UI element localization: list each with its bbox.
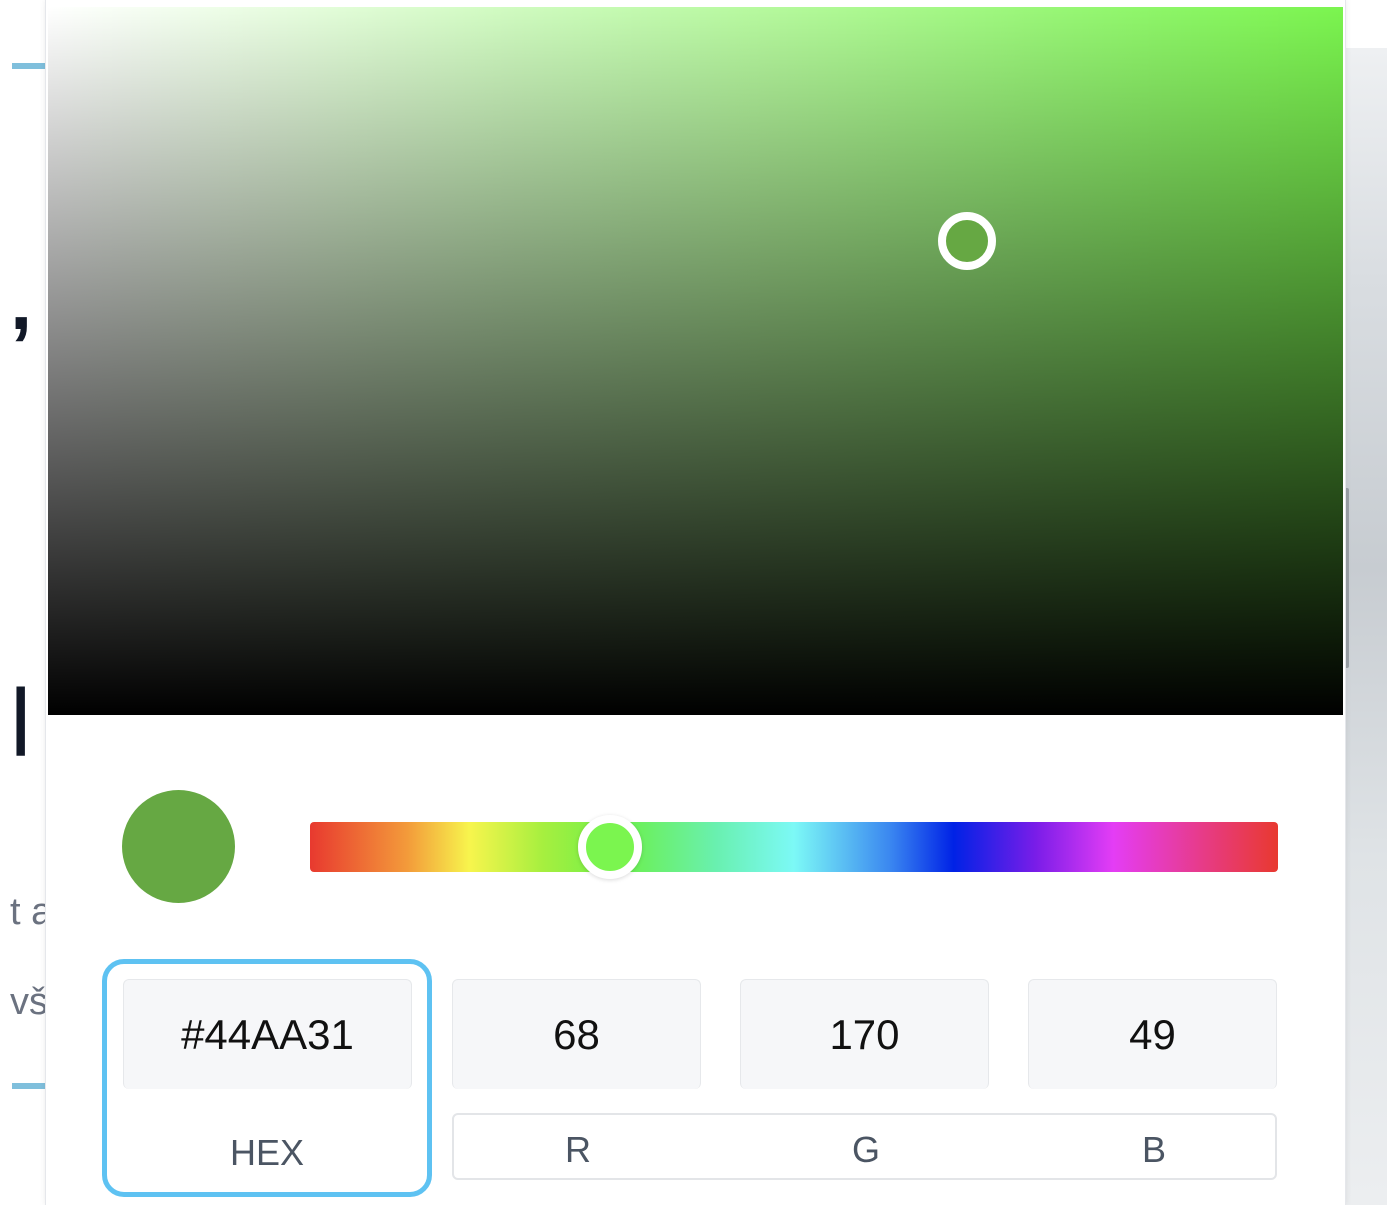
background-image-strip [1344,48,1387,1205]
background-text-fragment: vš [10,982,46,1022]
hue-slider-handle[interactable] [578,815,643,879]
saturation-brightness-handle[interactable] [938,211,997,270]
hex-label: HEX [229,1132,305,1173]
red-input[interactable] [452,979,701,1089]
blue-input[interactable] [1028,979,1277,1089]
hex-input[interactable] [123,979,412,1089]
page: , l t a vš HEX R G B [0,0,1387,1205]
background-accent-line [12,63,46,69]
saturation-brightness-area[interactable] [48,7,1343,715]
background-text-fragment: , [10,262,33,342]
hue-slider[interactable] [310,815,1278,879]
background-accent-line [12,1083,46,1089]
background-text-fragment: l [10,676,32,772]
red-label: R [565,1129,591,1170]
color-picker-panel: HEX R G B [45,0,1346,1205]
green-label: G [851,1129,881,1170]
background-text-fragment: t a [10,892,46,932]
blue-label: B [1141,1129,1167,1170]
color-preview-swatch [122,790,235,903]
green-input[interactable] [740,979,989,1089]
rgb-label-bar: R G B [452,1113,1277,1180]
